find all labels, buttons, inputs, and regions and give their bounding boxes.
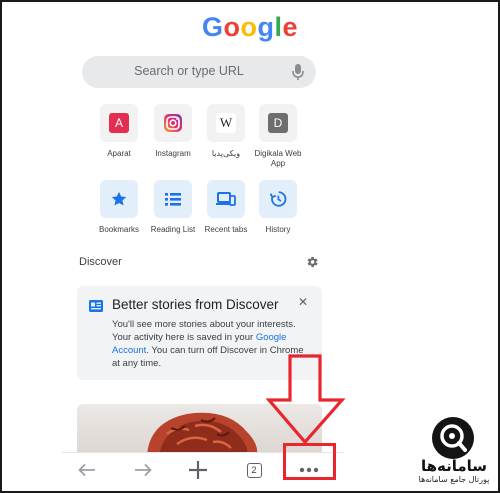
new-tab-button[interactable] <box>187 459 209 481</box>
logo-letter: g <box>257 12 275 42</box>
tab-count: 2 <box>246 462 262 478</box>
watermark-title: سامانه‌ها <box>420 457 488 475</box>
instagram-icon <box>164 114 182 132</box>
shortcut-label: Digikala Web App <box>254 149 302 168</box>
back-arrow-icon <box>78 463 95 477</box>
reading-list-button[interactable]: Reading List <box>146 180 200 235</box>
shortcut-label: ویکی‌پدیا <box>211 149 241 158</box>
shortcut-aparat[interactable]: A Aparat <box>92 104 146 159</box>
watermark-icon <box>440 424 467 452</box>
search-placeholder: Search or type URL <box>134 64 244 78</box>
history-button[interactable]: History <box>251 180 305 235</box>
shortcut-instagram[interactable]: Instagram <box>146 104 200 159</box>
annotation-highlight-box <box>283 443 336 480</box>
gear-icon[interactable] <box>305 255 319 269</box>
recent-tabs-label: Recent tabs <box>204 225 248 234</box>
discover-heading: Discover <box>79 256 122 268</box>
microphone-icon[interactable] <box>291 63 305 81</box>
logo-letter: l <box>274 12 283 42</box>
reading-list-label: Reading List <box>150 225 196 234</box>
bookmarks-label: Bookmarks <box>98 225 139 234</box>
history-label: History <box>265 225 291 234</box>
star-icon <box>111 191 127 206</box>
devices-icon <box>216 192 236 206</box>
card-title: Better stories from Discover <box>112 297 279 312</box>
logo-letter: o <box>223 12 241 42</box>
watermark-subtitle: پورتال جامع سامانه‌ها <box>418 475 490 484</box>
aparat-icon: A <box>109 113 129 133</box>
logo-letter: o <box>240 12 258 42</box>
plus-icon <box>189 461 207 479</box>
logo-letter: e <box>282 12 299 42</box>
search-bar[interactable]: Search or type URL <box>82 56 316 88</box>
news-icon <box>89 300 103 312</box>
back-button[interactable] <box>76 459 98 481</box>
shortcut-digikala[interactable]: D Digikala Web App <box>251 104 305 169</box>
shortcut-label: Instagram <box>155 149 191 158</box>
recent-tabs-button[interactable]: Recent tabs <box>199 180 253 235</box>
logo-letter: G <box>201 12 224 42</box>
digikala-icon: D <box>268 113 288 133</box>
shortcut-label: Aparat <box>107 149 131 158</box>
bookmarks-button[interactable]: Bookmarks <box>92 180 146 235</box>
forward-arrow-icon <box>135 463 152 477</box>
wikipedia-icon: W <box>216 113 236 133</box>
tab-switcher-button[interactable]: 2 <box>243 459 265 481</box>
close-icon[interactable]: ✕ <box>298 295 308 309</box>
shortcut-wikipedia[interactable]: W ویکی‌پدیا <box>199 104 253 159</box>
list-icon <box>165 193 181 206</box>
watermark-logo <box>432 417 474 459</box>
history-icon <box>269 191 287 207</box>
annotation-arrow <box>266 354 346 445</box>
forward-button[interactable] <box>132 459 154 481</box>
google-logo: Google <box>160 12 340 43</box>
